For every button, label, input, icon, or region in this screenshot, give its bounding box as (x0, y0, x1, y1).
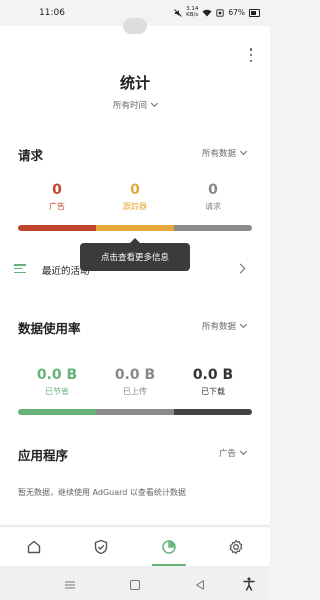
chevron-down-icon (239, 447, 248, 456)
nav-statistics[interactable] (135, 527, 203, 567)
data-usage-filter-dropdown[interactable]: 所有数据 (201, 320, 248, 332)
accessibility-button[interactable] (243, 576, 255, 595)
more-options-button[interactable] (248, 48, 254, 62)
requests-filter-label: 所有数据 (201, 149, 236, 159)
status-icons: 3.14 KB/s 67% (174, 6, 260, 18)
uploaded-amount: 0.0 B (114, 367, 156, 383)
apps-empty-note: 暂无数据，继续使用 AdGuard 以查看统计数据 (18, 488, 186, 497)
home-square-icon (130, 580, 140, 590)
trackers-count: 0 (130, 182, 140, 198)
uploaded-label: 已上传 (123, 387, 147, 396)
network-speed: 3.14 KB/s (186, 6, 199, 18)
trackers-stat[interactable]: 0 跟踪器 (100, 182, 170, 212)
nav-protection[interactable] (68, 527, 136, 567)
uploaded-stat: 0.0 B 已上传 (100, 367, 170, 397)
list-icon (14, 264, 26, 274)
ads-count: 0 (52, 182, 62, 198)
trackers-bar-segment (96, 225, 174, 231)
trackers-label: 跟踪器 (123, 202, 147, 211)
time-filter-label: 所有时间 (112, 101, 147, 111)
accessibility-icon (243, 577, 255, 591)
requests-label: 请求 (205, 202, 221, 211)
chevron-down-icon (239, 147, 248, 156)
chevron-down-icon (150, 99, 159, 108)
requests-filter-dropdown[interactable]: 所有数据 (201, 147, 248, 159)
apps-title: 应用程序 (18, 448, 69, 463)
ads-stat[interactable]: 0 广告 (22, 182, 92, 212)
status-time: 11:06 (39, 8, 65, 18)
data-usage-bar (18, 409, 252, 415)
drag-handle[interactable] (123, 18, 147, 34)
ads-label: 广告 (49, 202, 65, 211)
saved-bar-segment (18, 409, 96, 415)
saved-stat: 0.0 B 已节省 (22, 367, 92, 397)
downloaded-stat: 0.0 B 已下载 (178, 367, 248, 397)
tooltip: 点击查看更多信息 (80, 238, 190, 271)
downloaded-amount: 0.0 B (192, 367, 234, 383)
requests-bar (18, 225, 252, 231)
data-usage-filter-label: 所有数据 (201, 322, 236, 332)
back-triangle-icon (196, 580, 204, 590)
ads-bar-segment (18, 225, 96, 231)
data-usage-title: 数据使用率 (18, 321, 81, 336)
chevron-down-icon (239, 320, 248, 329)
downloaded-bar-segment (174, 409, 252, 415)
menu-icon (65, 581, 75, 589)
mute-icon (174, 8, 182, 17)
recent-apps-button[interactable] (64, 576, 76, 595)
time-filter-dropdown[interactable]: 所有时间 (0, 99, 270, 111)
bottom-nav (0, 526, 270, 567)
apps-filter-dropdown[interactable]: 广告 (218, 447, 248, 459)
chevron-right-icon (235, 263, 246, 274)
battery-icon (249, 8, 260, 17)
nav-home[interactable] (0, 527, 68, 567)
battery-percent: 67% (228, 8, 245, 17)
system-back-button[interactable] (194, 576, 206, 595)
saved-label: 已节省 (45, 387, 69, 396)
wifi-icon (202, 9, 212, 16)
page-title: 统计 (119, 74, 150, 92)
home-icon (27, 540, 40, 554)
downloaded-label: 已下载 (201, 387, 225, 396)
nav-settings[interactable] (203, 527, 271, 567)
apps-filter-label: 广告 (218, 449, 236, 459)
alarm-icon (216, 8, 224, 17)
system-home-button[interactable] (129, 576, 141, 595)
requests-bar-segment (174, 225, 252, 231)
statistics-icon (162, 540, 176, 554)
saved-amount: 0.0 B (36, 367, 78, 383)
requests-stat[interactable]: 0 请求 (178, 182, 248, 212)
requests-title: 请求 (18, 148, 44, 163)
gear-icon (229, 539, 243, 555)
uploaded-bar-segment (96, 409, 174, 415)
shield-check-icon (95, 539, 108, 555)
requests-count: 0 (208, 182, 218, 198)
system-nav-bar (0, 566, 270, 600)
